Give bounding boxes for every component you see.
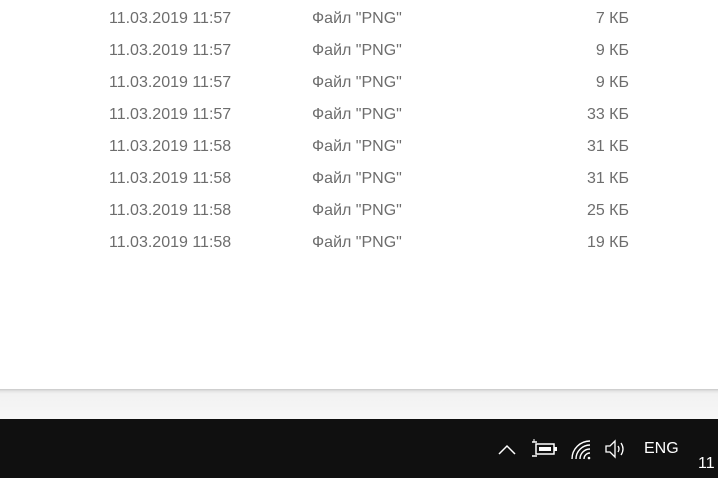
file-date: 11.03.2019 11:58	[109, 138, 232, 155]
file-size: 7 КБ	[595, 10, 629, 27]
file-type: Файл "PNG"	[312, 234, 402, 251]
file-date: 11.03.2019 11:57	[109, 74, 232, 91]
wifi-icon[interactable]	[569, 438, 593, 467]
file-type: Файл "PNG"	[312, 42, 402, 59]
battery-charging-icon[interactable]	[531, 439, 559, 464]
file-size: 33 КБ	[586, 106, 629, 123]
file-type: Файл "PNG"	[312, 202, 402, 219]
file-size: 9 КБ	[595, 74, 629, 91]
file-date: 11.03.2019 11:58	[109, 202, 232, 219]
file-type: Файл "PNG"	[312, 74, 402, 91]
file-row[interactable]: 11.03.2019 11:57 Файл "PNG" 33 КБ	[0, 98, 718, 130]
file-size: 25 КБ	[586, 202, 629, 219]
file-row[interactable]: 11.03.2019 11:58 Файл "PNG" 31 КБ	[0, 130, 718, 162]
file-size: 9 КБ	[595, 42, 629, 59]
file-date: 11.03.2019 11:58	[109, 170, 232, 187]
file-size: 31 КБ	[586, 138, 629, 155]
file-row[interactable]: 11.03.2019 11:57 Файл "PNG" 9 КБ	[0, 66, 718, 98]
file-date: 11.03.2019 11:57	[109, 106, 232, 123]
file-explorer-window: 11.03.2019 11:57 Файл "PNG" 7 КБ 11.03.2…	[0, 0, 718, 389]
file-row[interactable]: 11.03.2019 11:57 Файл "PNG" 9 КБ	[0, 34, 718, 66]
file-size: 31 КБ	[586, 170, 629, 187]
file-row[interactable]: 11.03.2019 11:57 Файл "PNG" 7 КБ	[0, 2, 718, 34]
file-date: 11.03.2019 11:57	[109, 42, 232, 59]
file-date: 11.03.2019 11:57	[109, 10, 232, 27]
file-date: 11.03.2019 11:58	[109, 234, 232, 251]
file-row[interactable]: 11.03.2019 11:58 Файл "PNG" 19 КБ	[0, 226, 718, 258]
speaker-icon[interactable]	[604, 439, 628, 464]
chevron-up-icon[interactable]	[496, 439, 518, 464]
file-size: 19 КБ	[586, 234, 629, 251]
file-type: Файл "PNG"	[312, 138, 402, 155]
file-type: Файл "PNG"	[312, 10, 402, 27]
language-indicator[interactable]: ENG	[644, 440, 679, 458]
file-row[interactable]: 11.03.2019 11:58 Файл "PNG" 25 КБ	[0, 194, 718, 226]
clock[interactable]: 11	[698, 455, 715, 473]
file-type: Файл "PNG"	[312, 170, 402, 187]
file-row[interactable]: 11.03.2019 11:58 Файл "PNG" 31 КБ	[0, 162, 718, 194]
file-type: Файл "PNG"	[312, 106, 402, 123]
window-bottom-edge	[0, 389, 718, 419]
